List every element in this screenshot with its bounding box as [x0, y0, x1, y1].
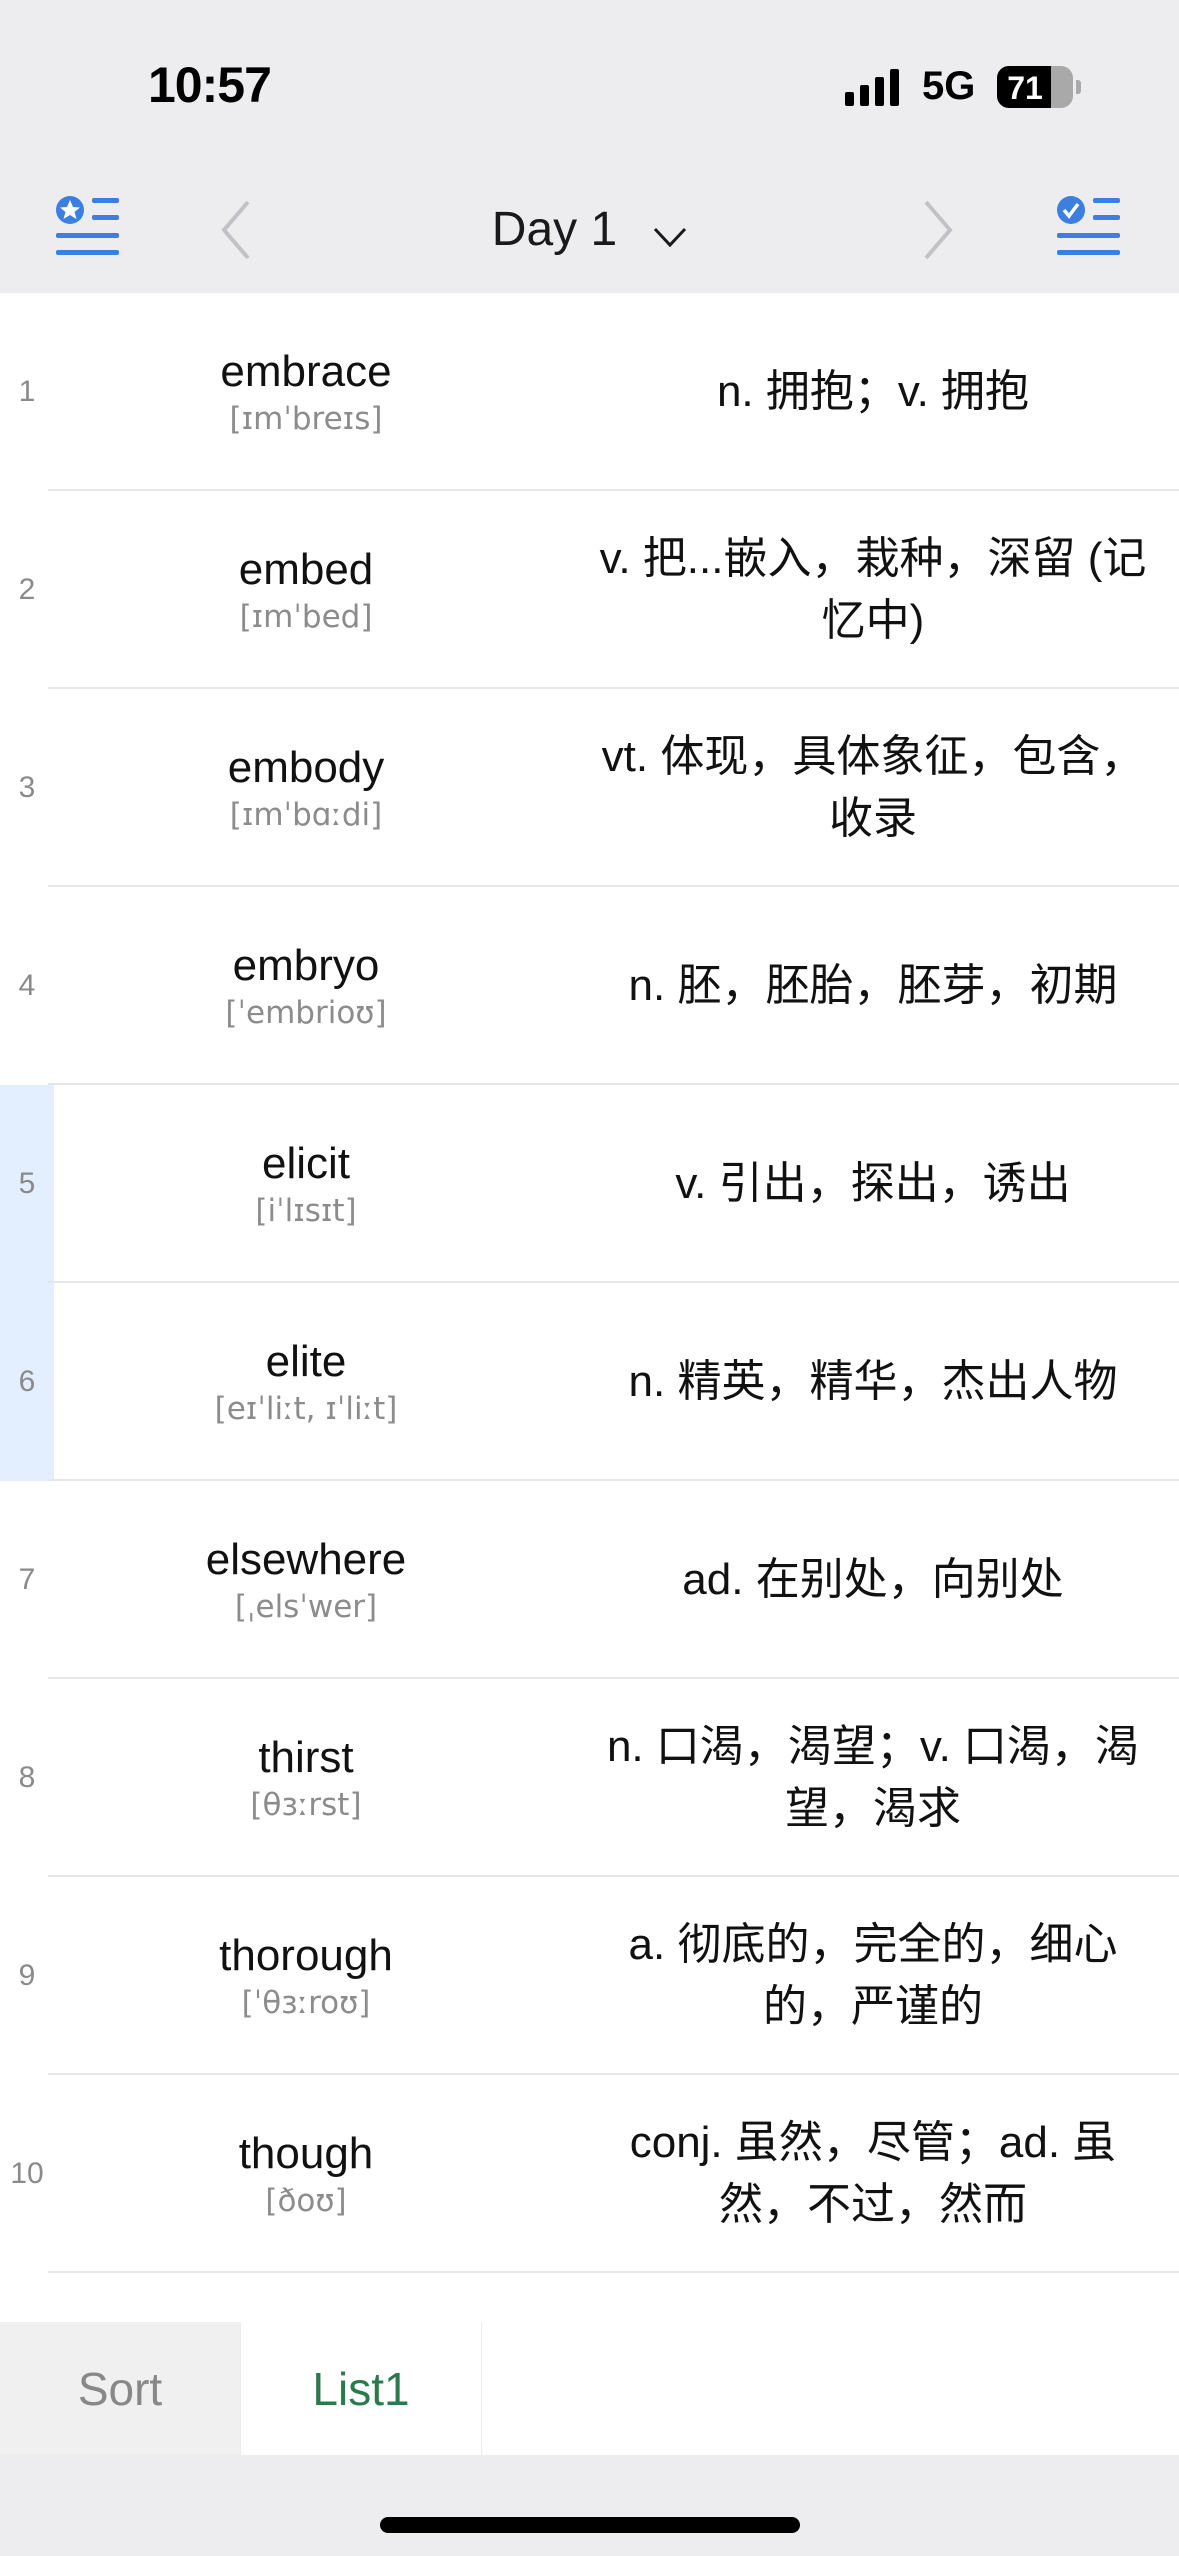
- word-cell: embryo [ˈembrioʊ]: [54, 939, 558, 1033]
- word-text: elsewhere: [205, 1535, 407, 1584]
- word-text: thorough: [219, 1931, 393, 1980]
- row-index: 4: [18, 969, 36, 1002]
- tab-sort[interactable]: Sort: [0, 2322, 241, 2455]
- word-row[interactable]: 10 though [ðoʊ] conj. 虽然，尽管；ad. 虽然，不过，然而: [0, 2075, 1179, 2273]
- word-meaning: ad. 在别处，向别处: [682, 1555, 1064, 1604]
- battery-icon: 71: [997, 66, 1073, 108]
- word-row[interactable]: 5 elicit [iˈlɪsɪt] v. 引出，探出，诱出: [0, 1085, 1179, 1283]
- word-list: 1 embrace [ɪmˈbreɪs] n. 拥抱；v. 拥抱 2 embed [ɪmˈb…: [0, 293, 1179, 2322]
- word-phonetic: [ˌelsˈwer]: [234, 1589, 378, 1625]
- battery-percent: 71: [1007, 70, 1043, 106]
- word-row[interactable]: 4 embryo [ˈembrioʊ] n. 胚，胚胎，胚芽，初期: [0, 887, 1179, 1085]
- word-meaning: vt. 体现，具体象征，包含，收录: [601, 732, 1145, 843]
- tab-list1[interactable]: List1: [241, 2322, 482, 2455]
- home-indicator[interactable]: [380, 2517, 800, 2533]
- row-index: 10: [10, 2157, 44, 2190]
- chevron-right-icon[interactable]: [922, 200, 956, 265]
- word-phonetic: [θɜːrst]: [250, 1787, 362, 1823]
- word-meaning: v. 把...嵌入，栽种，深留 (记忆中): [599, 534, 1147, 645]
- word-cell: though [ðoʊ]: [54, 2127, 558, 2221]
- word-text: elicit: [261, 1139, 351, 1188]
- word-phonetic: [iˈlɪsɪt]: [255, 1193, 357, 1229]
- word-meaning: n. 胚，胚胎，胚芽，初期: [628, 961, 1118, 1010]
- row-index: 9: [18, 1959, 36, 1992]
- row-index: 3: [18, 771, 36, 804]
- network-label: 5G: [922, 64, 976, 108]
- chevron-down-icon: [653, 205, 687, 260]
- word-row[interactable]: 3 embody [ɪmˈbɑːdi] vt. 体现，具体象征，包含，收录: [0, 689, 1179, 887]
- word-meaning: n. 拥抱；v. 拥抱: [716, 367, 1030, 416]
- word-phonetic: [ɪmˈbɑːdi]: [229, 797, 383, 833]
- status-time: 10:57: [148, 57, 272, 113]
- word-phonetic: [ɪmˈbreɪs]: [229, 401, 383, 437]
- word-text: elite: [265, 1337, 347, 1386]
- signal-icon: [845, 68, 899, 106]
- row-index: 2: [18, 573, 36, 606]
- word-meaning: n. 口渴，渴望；v. 口渴，渴望，渴求: [606, 1722, 1140, 1833]
- word-cell: embody [ɪmˈbɑːdi]: [54, 741, 558, 835]
- word-meaning: v. 引出，探出，诱出: [675, 1159, 1071, 1208]
- word-cell: thirst [θɜːrst]: [54, 1731, 558, 1825]
- word-cell: thorough [ˈθɜːroʊ]: [54, 1929, 558, 2023]
- battery-tip: [1076, 80, 1081, 94]
- word-phonetic: [ˈembrioʊ]: [225, 995, 387, 1031]
- word-meaning: a. 彻底的，完全的，细心的，严谨的: [628, 1920, 1118, 2031]
- bottom-tabs: Sort List1: [0, 2322, 1179, 2455]
- row-index: 5: [18, 1167, 36, 1200]
- word-text: embed: [238, 545, 374, 594]
- row-index: 7: [18, 1563, 36, 1596]
- word-cell: elsewhere [ˌelsˈwer]: [54, 1533, 558, 1627]
- word-meaning: n. 精英，精华，杰出人物: [628, 1357, 1118, 1406]
- row-index: 8: [18, 1761, 36, 1794]
- word-phonetic: [ðoʊ]: [265, 2183, 347, 2219]
- word-cell: elicit [iˈlɪsɪt]: [54, 1137, 558, 1231]
- word-text: thirst: [258, 1733, 354, 1782]
- word-row[interactable]: 9 thorough [ˈθɜːroʊ] a. 彻底的，完全的，细心的，严谨的: [0, 1877, 1179, 2075]
- nav-bar: Day 1: [0, 170, 1179, 293]
- word-row[interactable]: 8 thirst [θɜːrst] n. 口渴，渴望；v. 口渴，渴望，渴求: [0, 1679, 1179, 1877]
- word-phonetic: [ˈθɜːroʊ]: [241, 1985, 371, 2021]
- word-text: though: [238, 2129, 374, 2178]
- row-index: 6: [18, 1365, 36, 1398]
- word-cell: elite [eɪˈliːt, ɪˈliːt]: [54, 1335, 558, 1429]
- word-text: embody: [227, 743, 385, 792]
- word-row[interactable]: 2 embed [ɪmˈbed] v. 把...嵌入，栽种，深留 (记忆中): [0, 491, 1179, 689]
- status-bar: 10:57 5G 71: [0, 0, 1179, 170]
- word-row[interactable]: 6 elite [eɪˈliːt, ɪˈliːt] n. 精英，精华，杰出人物: [0, 1283, 1179, 1481]
- row-index: 1: [18, 375, 36, 408]
- checked-list-icon[interactable]: [1055, 195, 1123, 262]
- word-meaning: conj. 虽然，尽管；ad. 虽然，不过，然而: [629, 2118, 1117, 2229]
- word-phonetic: [eɪˈliːt, ɪˈliːt]: [214, 1391, 398, 1427]
- word-row[interactable]: 1 embrace [ɪmˈbreɪs] n. 拥抱；v. 拥抱: [0, 293, 1179, 491]
- word-text: embrace: [220, 347, 392, 396]
- word-row[interactable]: 7 elsewhere [ˌelsˈwer] ad. 在别处，向别处: [0, 1481, 1179, 1679]
- word-text: embryo: [232, 941, 380, 990]
- page-title: Day 1: [491, 203, 618, 256]
- day-selector[interactable]: Day 1: [0, 202, 1179, 260]
- word-cell: embed [ɪmˈbed]: [54, 543, 558, 637]
- word-cell: embrace [ɪmˈbreɪs]: [54, 345, 558, 439]
- word-phonetic: [ɪmˈbed]: [239, 599, 373, 635]
